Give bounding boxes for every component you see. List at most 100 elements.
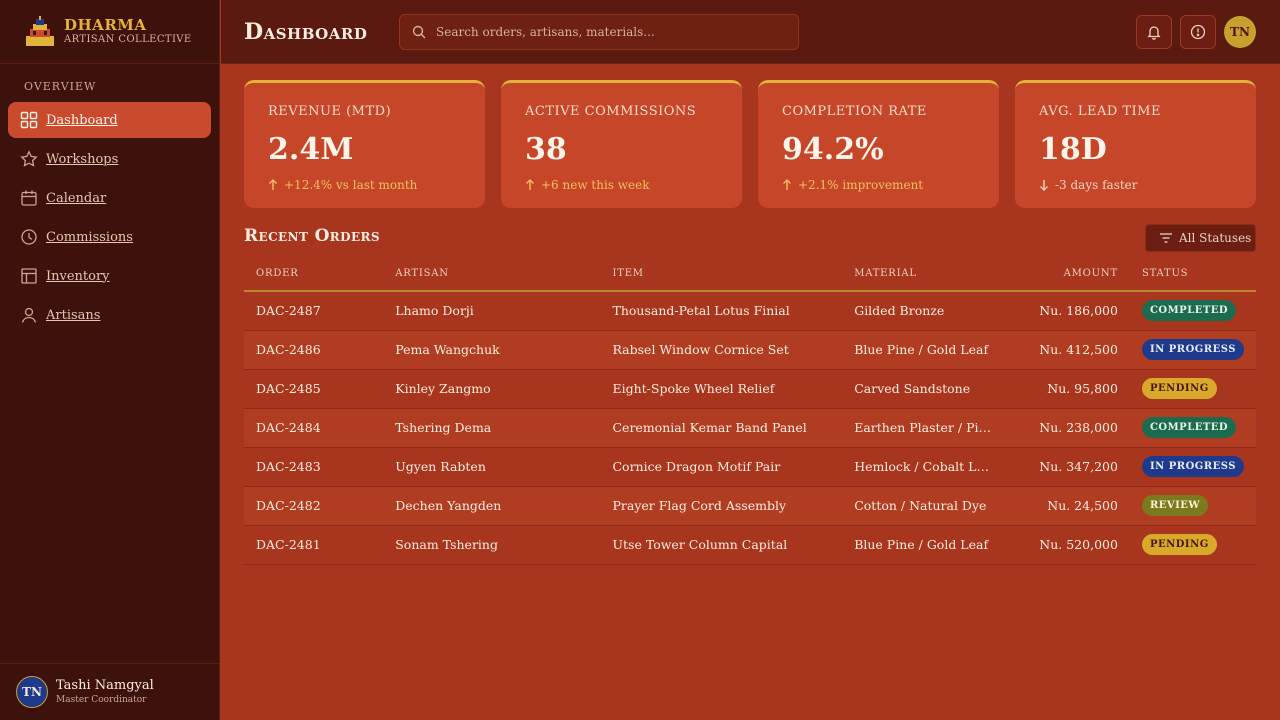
bell-icon — [1147, 26, 1161, 40]
order-id: DAC-2487 — [244, 291, 384, 331]
alert-circle-icon — [1190, 24, 1206, 40]
user-icon — [21, 307, 37, 323]
temple-logo-icon — [26, 15, 54, 46]
sidebar-item-commissions[interactable]: Commissions — [8, 219, 211, 255]
material: Gilded Bronze — [842, 291, 1005, 331]
notifications-button[interactable] — [1136, 15, 1172, 49]
artisan-name: Tshering Dema — [383, 408, 601, 448]
brand-subtitle: ARTISAN COLLECTIVE — [64, 33, 192, 45]
kpi-card-completion-rate[interactable]: COMPLETION RATE 94.2% +2.1% improvement — [758, 80, 999, 208]
column-header-amount[interactable]: AMOUNT — [1004, 256, 1130, 292]
material: Earthen Plaster / Pigm... — [842, 408, 1005, 448]
kpi-cards: REVENUE (MTD) 2.4M +12.4% vs last month … — [244, 80, 1256, 208]
amount: Nu. 412,500 — [1004, 330, 1130, 370]
top-header: Dashboard TN — [221, 0, 1280, 64]
kpi-label: AVG. LEAD TIME — [1039, 104, 1161, 119]
user-name: Tashi Namgyal — [56, 678, 154, 693]
search-box[interactable] — [399, 13, 799, 50]
table-row[interactable]: DAC-2487 Lhamo Dorji Thousand-Petal Lotu… — [244, 291, 1256, 331]
kpi-label: ACTIVE COMMISSIONS — [525, 104, 697, 119]
status-badge: COMPLETED — [1141, 300, 1237, 322]
arrow-down-icon — [1040, 180, 1048, 191]
kpi-delta-text: -3 days faster — [1055, 178, 1138, 192]
calendar-icon — [21, 190, 37, 206]
search-icon — [412, 25, 426, 38]
status-cell: PENDING — [1129, 525, 1256, 565]
status-badge: IN PROGRESS — [1141, 456, 1244, 477]
current-user[interactable]: TN Tashi Namgyal Master Coordinator — [0, 663, 220, 720]
item-name: Eight-Spoke Wheel Relief — [600, 369, 843, 409]
alerts-button[interactable] — [1180, 15, 1216, 49]
column-header-item[interactable]: ITEM — [600, 256, 843, 292]
order-id: DAC-2482 — [244, 486, 384, 526]
sidebar: DHARMA ARTISAN COLLECTIVE OVERVIEW Dashb… — [0, 0, 220, 720]
status-cell: IN PROGRESS — [1129, 330, 1256, 370]
user-avatar-button[interactable]: TN — [1224, 16, 1256, 48]
grid-icon — [20, 111, 38, 129]
amount: Nu. 24,500 — [1004, 486, 1130, 526]
star-icon — [20, 150, 38, 167]
filter-label: All Statuses — [1179, 231, 1252, 245]
item-name: Cornice Dragon Motif Pair — [600, 447, 843, 487]
column-header-artisan[interactable]: ARTISAN — [383, 256, 601, 292]
material: Blue Pine / Gold Leaf — [842, 330, 1005, 370]
kpi-card-avg-lead-time[interactable]: AVG. LEAD TIME 18D -3 days faster — [1015, 80, 1256, 208]
table-row[interactable]: DAC-2485 Kinley Zangmo Eight-Spoke Wheel… — [244, 369, 1256, 409]
amount: Nu. 186,000 — [1004, 291, 1130, 331]
sidebar-item-calendar[interactable]: Calendar — [8, 180, 211, 216]
artisan-name: Ugyen Rabten — [383, 447, 601, 487]
clock-icon — [21, 229, 37, 245]
sidebar-item-artisans[interactable]: Artisans — [8, 297, 211, 333]
item-name: Ceremonial Kemar Band Panel — [600, 408, 843, 448]
amount: Nu. 347,200 — [1004, 447, 1130, 487]
order-id: DAC-2484 — [244, 408, 384, 448]
artisan-name: Pema Wangchuk — [383, 330, 601, 370]
search-input[interactable] — [436, 24, 776, 39]
kpi-value: 94.2% — [782, 132, 884, 167]
arrow-up-icon — [526, 179, 534, 190]
kpi-delta: +6 new this week — [525, 178, 742, 192]
status-cell: COMPLETED — [1129, 408, 1256, 448]
sidebar-item-dashboard[interactable]: Dashboard — [8, 102, 211, 138]
table-row[interactable]: DAC-2481 Sonam Tshering Utse Tower Colum… — [244, 525, 1256, 565]
material: Carved Sandstone — [842, 369, 1005, 409]
amount: Nu. 238,000 — [1004, 408, 1130, 448]
orders-table: ORDER ARTISAN ITEM MATERIAL AMOUNT STATU… — [244, 256, 1256, 565]
sidebar-item-inventory[interactable]: Inventory — [8, 258, 211, 294]
kpi-delta-text: +6 new this week — [541, 178, 650, 192]
order-id: DAC-2483 — [244, 447, 384, 487]
column-header-order[interactable]: ORDER — [244, 256, 384, 292]
status-badge: PENDING — [1141, 378, 1217, 399]
kpi-delta-text: +2.1% improvement — [798, 178, 924, 192]
table-row[interactable]: DAC-2486 Pema Wangchuk Rabsel Window Cor… — [244, 330, 1256, 370]
kpi-card-active-commissions[interactable]: ACTIVE COMMISSIONS 38 +6 new this week — [501, 80, 742, 208]
kpi-label: REVENUE (MTD) — [268, 104, 392, 119]
amount: Nu. 95,800 — [1004, 369, 1130, 409]
kpi-delta-text: +12.4% vs last month — [284, 178, 418, 192]
sidebar-item-workshops[interactable]: Workshops — [8, 141, 211, 177]
table-row[interactable]: DAC-2483 Ugyen Rabten Cornice Dragon Mot… — [244, 447, 1256, 487]
table-row[interactable]: DAC-2484 Tshering Dema Ceremonial Kemar … — [244, 408, 1256, 448]
column-header-status[interactable]: STATUS — [1129, 256, 1256, 292]
kpi-delta: +2.1% improvement — [782, 178, 999, 192]
item-name: Utse Tower Column Capital — [600, 525, 843, 565]
artisan-name: Dechen Yangden — [383, 486, 601, 526]
column-header-material[interactable]: MATERIAL — [842, 256, 1005, 292]
material: Hemlock / Cobalt Lacq... — [842, 447, 1005, 487]
brand[interactable]: DHARMA ARTISAN COLLECTIVE — [0, 0, 219, 64]
status-badge: REVIEW — [1141, 495, 1209, 516]
material: Cotton / Natural Dye — [842, 486, 1005, 526]
arrow-up-icon — [269, 179, 277, 190]
kpi-value: 38 — [525, 132, 567, 167]
kpi-label: COMPLETION RATE — [782, 104, 927, 119]
kpi-value: 18D — [1039, 132, 1107, 167]
kpi-card-revenue[interactable]: REVENUE (MTD) 2.4M +12.4% vs last month — [244, 80, 485, 208]
artisan-name: Kinley Zangmo — [383, 369, 601, 409]
arrow-up-icon — [783, 179, 791, 190]
status-cell: IN PROGRESS — [1129, 447, 1256, 487]
filter-icon — [1160, 233, 1172, 243]
status-filter-button[interactable]: All Statuses — [1145, 224, 1256, 252]
order-id: DAC-2481 — [244, 525, 384, 565]
page-title: Dashboard — [244, 18, 368, 45]
table-row[interactable]: DAC-2482 Dechen Yangden Prayer Flag Cord… — [244, 486, 1256, 526]
